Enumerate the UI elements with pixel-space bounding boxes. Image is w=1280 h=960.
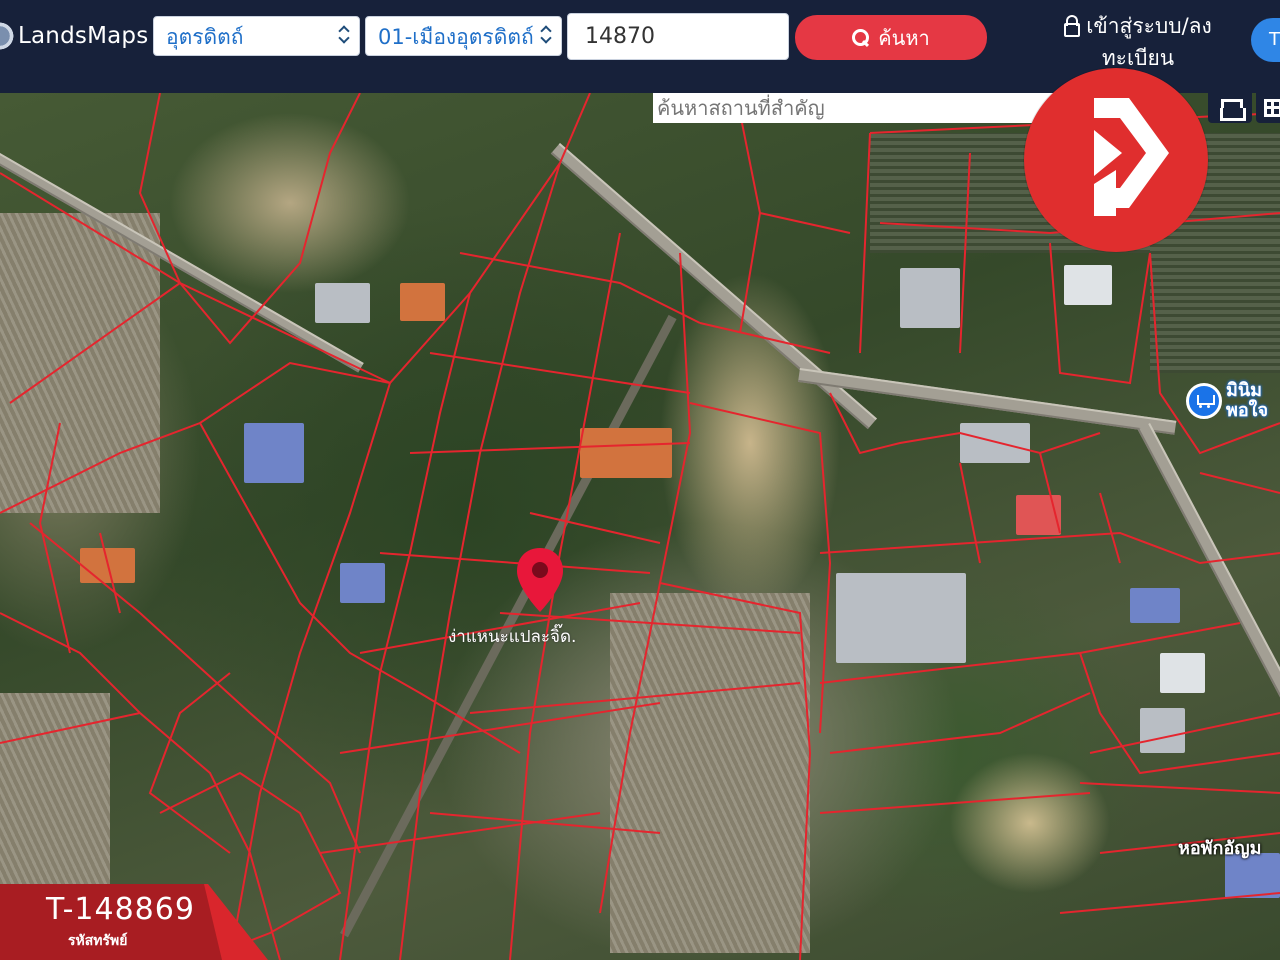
user-initial: T	[1269, 29, 1280, 50]
district-select[interactable]: 01-เมืองอุตรดิตถ์	[365, 16, 562, 56]
home-icon	[1218, 99, 1246, 121]
parcel-label: ง่าแหนะแปละจิ๊ด.	[448, 627, 577, 647]
map-place-label: หอพักอัญม	[1178, 838, 1262, 859]
district-select-value: 01-เมืองอุตรดิตถ์	[378, 25, 534, 49]
grid-icon	[1264, 99, 1280, 117]
province-select[interactable]: อุตรดิตถ์	[153, 16, 360, 56]
home-view-button[interactable]	[1208, 93, 1252, 123]
postcode-input[interactable]	[567, 13, 789, 60]
magnifier-icon	[852, 28, 870, 47]
login-register-link[interactable]: เข้าสู่ระบบ/ลง ทะเบียน	[1053, 10, 1223, 74]
shopping-cart-icon[interactable]	[1186, 383, 1222, 419]
landsmaps-logo-icon	[0, 18, 16, 54]
search-button[interactable]: ค้นหา	[795, 15, 987, 60]
brand-logo-icon	[1094, 98, 1169, 216]
province-select-value: อุตรดิตถ์	[166, 25, 244, 49]
user-avatar-button[interactable]: T	[1251, 18, 1280, 62]
layers-button[interactable]	[1256, 93, 1280, 123]
map-pin-icon[interactable]	[513, 546, 567, 614]
listing-code: T-148869	[46, 892, 195, 927]
landsmaps-logo[interactable]: LandsMaps	[0, 16, 148, 56]
poi-label: มินิม พอใจ	[1226, 380, 1269, 421]
listing-code-caption: รหัสทรัพย์	[68, 933, 128, 949]
logo-text: LandsMaps	[18, 23, 149, 49]
search-button-label: ค้นหา	[878, 25, 930, 50]
chevron-updown-icon	[337, 24, 351, 46]
lock-icon	[1064, 15, 1081, 37]
brand-logo	[1024, 68, 1208, 252]
login-label-line1: เข้าสู่ระบบ/ลง	[1086, 14, 1212, 38]
chevron-updown-icon	[539, 24, 553, 46]
